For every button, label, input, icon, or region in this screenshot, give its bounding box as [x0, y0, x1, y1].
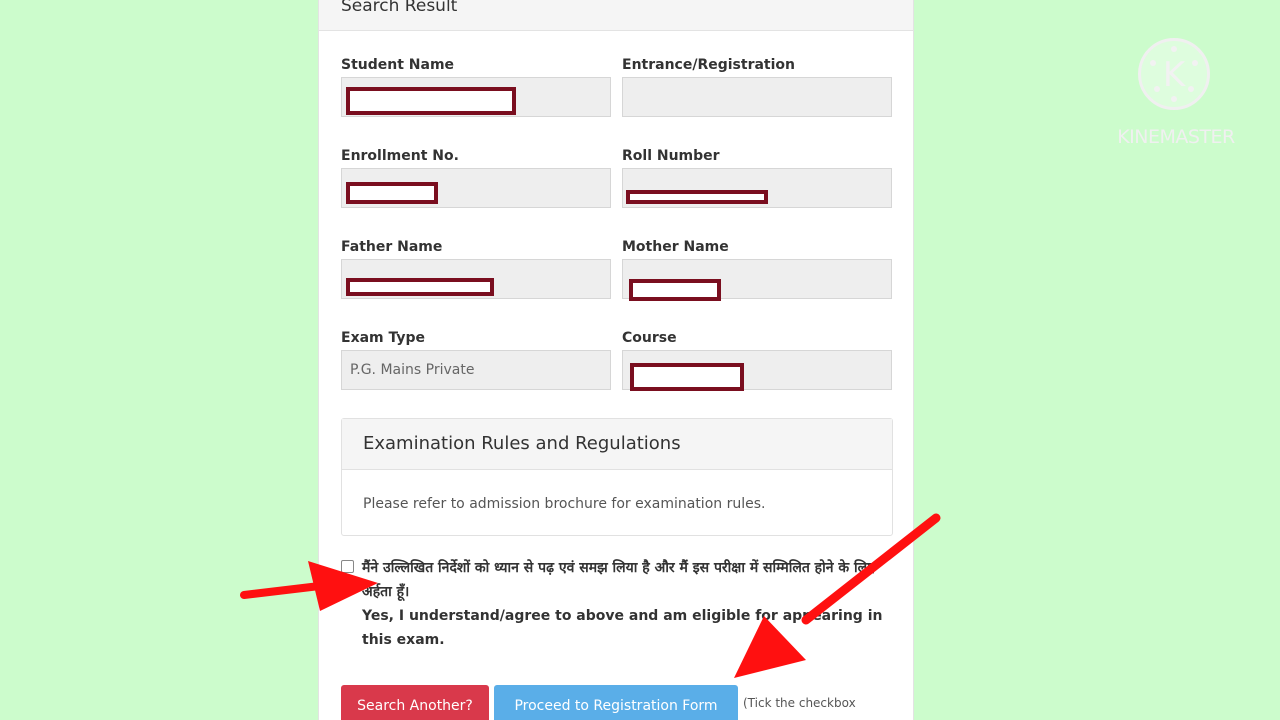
card-header: Search Result [319, 0, 913, 31]
entrance-registration-label: Entrance/Registration [622, 57, 795, 73]
exam-rules-title: Examination Rules and Regulations [363, 433, 681, 454]
roll-number-field: Roll Number [622, 148, 894, 208]
course-field: Course [622, 330, 894, 391]
course-label: Course [622, 330, 677, 346]
redaction-box [626, 190, 768, 204]
student-name-field: Student Name [341, 57, 613, 117]
father-name-label: Father Name [341, 239, 443, 255]
student-name-label: Student Name [341, 57, 455, 73]
agreement-text-hindi: मैंने उल्लिखित निर्देशों को ध्यान से पढ़… [362, 560, 875, 600]
redaction-box [629, 279, 721, 301]
agree-checkbox[interactable] [341, 560, 354, 573]
search-result-card: Search Result Student Name Entrance/Regi… [318, 0, 914, 720]
exam-rules-panel: Examination Rules and Regulations Please… [341, 418, 893, 536]
roll-number-label: Roll Number [622, 148, 720, 164]
enrollment-no-field: Enrollment No. [341, 148, 613, 208]
kinemaster-logo-icon: K [1138, 38, 1210, 110]
exam-type-label: Exam Type [341, 330, 426, 346]
search-another-button[interactable]: Search Another? [341, 685, 489, 720]
entrance-registration-value [622, 77, 892, 117]
redaction-box [346, 278, 494, 296]
svg-text:K: K [1163, 55, 1187, 95]
exam-rules-header: Examination Rules and Regulations [342, 419, 892, 470]
redaction-box [346, 87, 516, 115]
mother-name-field: Mother Name [622, 239, 894, 301]
page-title: Search Result [341, 0, 458, 16]
redaction-box [630, 363, 744, 391]
father-name-field: Father Name [341, 239, 613, 299]
entrance-registration-field: Entrance/Registration [622, 57, 894, 117]
proceed-registration-button[interactable]: Proceed to Registration Form [494, 685, 738, 720]
exam-type-field: Exam Type P.G. Mains Private [341, 330, 613, 390]
redaction-box [346, 182, 438, 204]
checkbox-hint: (Tick the checkbox [743, 696, 856, 710]
mother-name-label: Mother Name [622, 239, 729, 255]
exam-rules-body: Please refer to admission brochure for e… [363, 496, 766, 512]
enrollment-no-label: Enrollment No. [341, 148, 459, 164]
agreement-text-english: Yes, I understand/agree to above and am … [362, 608, 883, 648]
exam-type-value: P.G. Mains Private [341, 350, 611, 390]
kinemaster-brand-text: KINEMASTER [1117, 126, 1235, 148]
kinemaster-watermark: K KINEMASTER [1108, 36, 1244, 156]
